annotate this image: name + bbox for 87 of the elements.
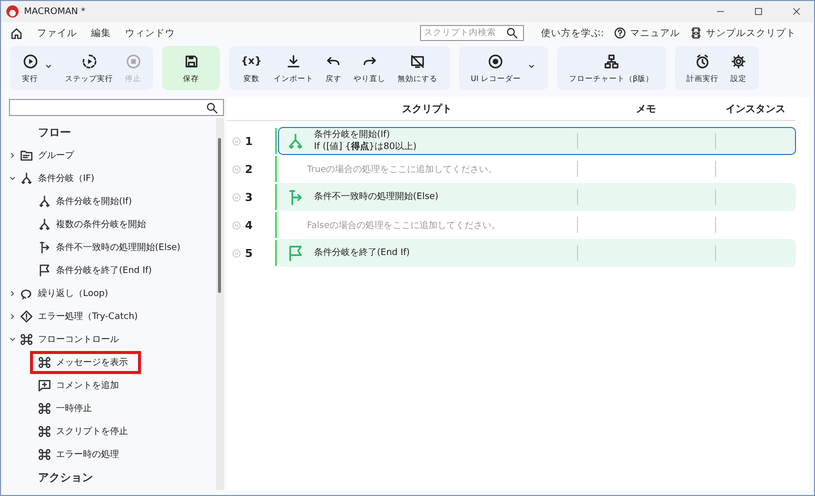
tree-item[interactable]: 複数の条件分岐を開始	[30, 213, 159, 236]
chevron-down-icon[interactable]	[8, 174, 17, 183]
tree-item[interactable]: 条件分岐（IF)	[8, 167, 216, 190]
question-mark-icon	[614, 27, 626, 39]
tree-item[interactable]: 条件分岐を開始(If)	[30, 190, 145, 213]
drag-handle-icon[interactable]	[232, 136, 241, 146]
settings-icon	[731, 54, 746, 69]
tree-item[interactable]: フローコントロール	[8, 328, 216, 351]
column-header: メモ	[635, 102, 657, 116]
section-heading: フロー	[37, 125, 72, 141]
command-icon	[38, 448, 51, 461]
maximize-icon[interactable]	[753, 6, 764, 17]
search-icon[interactable]	[506, 27, 518, 39]
step-title: 条件分岐を開始(If)	[314, 129, 391, 141]
step-title: 条件不一致時の処理開始(Else)	[314, 191, 438, 203]
branch-icon	[38, 218, 51, 231]
menu-item[interactable]: 編集	[91, 26, 111, 40]
branch-arrow-icon	[38, 241, 51, 254]
help-label: 使い方を学ぶ:	[540, 26, 604, 40]
column-header: スクリプト	[401, 102, 453, 116]
drag-handle-icon[interactable]	[232, 248, 241, 258]
script-page-icon	[690, 27, 702, 39]
tree-item[interactable]: 一時停止	[30, 397, 105, 420]
warning-icon	[20, 310, 33, 323]
chevron-down-icon[interactable]	[8, 335, 17, 344]
folder-icon	[20, 149, 33, 162]
command-icon	[38, 356, 51, 369]
command-icon	[20, 333, 33, 346]
window-title: MACROMAN *	[24, 6, 86, 16]
command-icon	[38, 402, 51, 415]
branch-icon	[287, 132, 304, 150]
script-step[interactable]: 条件分岐を終了(End If)	[278, 239, 796, 267]
scrollbar[interactable]	[216, 118, 224, 490]
crossed-screen-icon	[410, 54, 426, 69]
tree-item[interactable]: エラー処理（Try-Catch)	[8, 305, 216, 328]
branch-icon	[38, 195, 51, 208]
flowchart-icon	[604, 54, 619, 69]
tree-item[interactable]: 条件分岐を終了(End If)	[30, 259, 165, 282]
tree-item[interactable]: メッセージを表示	[30, 351, 141, 374]
placeholder-hint: Trueの場合の処理をここに追加してください。	[306, 164, 498, 176]
menu-item[interactable]: ウィンドウ	[125, 26, 175, 40]
line-number: 3	[245, 190, 253, 204]
line-number: 1	[245, 134, 253, 148]
step-icon	[82, 54, 96, 69]
tree-item[interactable]: グループ	[8, 144, 216, 167]
drag-handle-icon[interactable]	[232, 220, 241, 230]
clock-icon	[695, 54, 710, 69]
search-field[interactable]: スクリプト内検索	[420, 25, 524, 41]
home-icon[interactable]	[10, 26, 23, 40]
chevron-right-icon[interactable]	[8, 289, 17, 298]
command-icon	[38, 425, 51, 438]
help-link[interactable]: マニュアル	[614, 26, 680, 40]
line-number: 5	[245, 246, 253, 260]
chevron-right-icon[interactable]	[8, 312, 17, 321]
search-icon[interactable]	[206, 102, 218, 114]
search-field[interactable]	[9, 99, 224, 116]
flag-icon	[287, 244, 304, 262]
flag-icon	[38, 264, 51, 277]
chevron-right-icon[interactable]	[8, 151, 17, 160]
column-header: インスタンス	[724, 102, 786, 116]
play-icon	[22, 54, 38, 69]
app-logo-icon	[6, 5, 19, 18]
menu-item[interactable]: ファイル	[37, 26, 77, 40]
section-heading: アクション	[37, 470, 94, 486]
tree-item[interactable]: コメントを追加	[30, 374, 132, 397]
script-step[interactable]: 条件不一致時の処理開始(Else)	[278, 183, 796, 211]
record-icon	[488, 54, 504, 69]
tree-item[interactable]: 条件不一致時の処理開始(Else)	[30, 236, 194, 259]
branch-arrow-icon	[287, 188, 304, 206]
loop-icon	[20, 287, 33, 300]
line-number: 4	[245, 218, 253, 232]
tree-item[interactable]: 繰り返し（Loop)	[8, 282, 216, 305]
help-link[interactable]: サンプルスクリプト	[690, 26, 796, 40]
placeholder-hint: Falseの場合の処理をここに追加してください。	[306, 220, 501, 232]
close-icon[interactable]	[791, 6, 802, 17]
drag-handle-icon[interactable]	[232, 164, 241, 174]
tree-item[interactable]: スクリプトを停止	[30, 420, 141, 443]
download-icon	[286, 54, 302, 69]
drag-handle-icon[interactable]	[232, 192, 241, 202]
branch-icon	[20, 172, 33, 185]
stop-icon	[126, 54, 140, 69]
script-step[interactable]: 条件分岐を開始(If) If ([値] {得点}は80以上)	[278, 127, 796, 155]
step-title: 条件分岐を終了(End If)	[314, 247, 410, 259]
comment-icon	[38, 379, 51, 392]
step-condition: If ([値] {得点}は80以上)	[314, 141, 417, 153]
line-number: 2	[245, 162, 253, 176]
tree-item[interactable]: エラー時の処理	[30, 443, 132, 466]
